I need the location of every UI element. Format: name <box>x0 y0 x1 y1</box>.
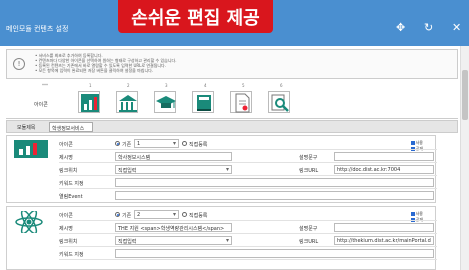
direct-register-label: 직접등록 <box>189 142 208 148</box>
info-line: • 모든 항목에 입력이 완료되면 저장 버튼을 클릭하여 설정을 마칩니다. <box>35 68 154 73</box>
name-label: 제시명 <box>59 155 73 161</box>
icon-row-label: 아이콘 <box>59 213 73 219</box>
name-label: 제시명 <box>59 226 73 232</box>
icon-number: 6 <box>280 83 283 88</box>
info-lines: • 서비스를 최초로 추가하여 등록합니다. • 컨텐츠마다 다양한 아이콘을 … <box>35 53 176 73</box>
existing-radio-label: 기존 <box>122 142 132 148</box>
content-item: 사용 공개 아이콘 기존 2 직접등록 제시명 THE 지원 <span>학생역… <box>6 206 437 270</box>
name-row: 제시명 THE 지원 <span>학생역량관리시스템</span> 설명문구 <box>59 222 437 234</box>
selected-icon-preview <box>14 209 44 235</box>
url-label: 링크URL <box>299 239 319 245</box>
name-row: 제시명 학사정보시스템 설명문구 <box>59 151 437 163</box>
keyword-input[interactable] <box>115 249 434 258</box>
link-row: 링크위치 직접입력 링크URL http://thekium.dist.ac.k… <box>59 235 437 247</box>
icon-number: 1 <box>89 83 92 88</box>
module-title-input[interactable]: 학생정보서비스 <box>49 122 93 132</box>
close-icon[interactable]: ✕ <box>452 22 461 34</box>
keyword-label: 키워드 지정 <box>59 252 84 258</box>
keyword-row: 키워드 지정 <box>59 248 437 260</box>
icon-picker-label: 아이콘 <box>34 102 48 108</box>
event-input[interactable] <box>115 191 434 200</box>
icon-number: 2 <box>127 83 130 88</box>
book-icon[interactable] <box>192 91 214 113</box>
icon-picker: *** 1 2 3 4 5 6 아이콘 <box>6 81 458 119</box>
refresh-icon[interactable]: ↻ <box>424 22 433 34</box>
document-icon[interactable] <box>230 91 252 113</box>
vertical-scrollbar[interactable] <box>460 46 469 270</box>
icon-row-label: 아이콘 <box>59 142 73 148</box>
url-input[interactable]: http://doc.dist.ac.kr:7004 <box>334 165 434 174</box>
name-input[interactable]: THE 지원 <span>학생역량관리시스템</span> <box>115 223 232 232</box>
link-row: 링크위치 직접입력 링크URL http://doc.dist.ac.kr:70… <box>59 164 437 176</box>
event-row: 열림Event <box>59 190 437 202</box>
icon-row: 아이콘 기존 2 직접등록 <box>59 209 437 221</box>
window-title: 메인모듈 컨텐츠 설정 <box>6 25 69 33</box>
selected-icon-preview <box>14 140 48 158</box>
direct-register-radio[interactable] <box>182 141 187 146</box>
icon-number: *** <box>42 83 48 88</box>
building-icon[interactable] <box>116 91 138 113</box>
url-label: 링크URL <box>299 168 319 174</box>
link-position-label: 링크위치 <box>59 168 78 174</box>
icon-number: 3 <box>165 83 168 88</box>
icon-number-select[interactable]: 2 <box>134 210 179 219</box>
scrollbar-thumb[interactable] <box>462 70 468 120</box>
module-title-row: 모듈제목 학생정보서비스 <box>6 120 458 133</box>
icon-number-select[interactable]: 1 <box>134 139 179 148</box>
desc-label: 설명문구 <box>299 226 318 232</box>
keyword-label: 키워드 지정 <box>59 181 84 187</box>
existing-radio-label: 기존 <box>122 213 132 219</box>
icon-number: 5 <box>242 83 245 88</box>
icon-number: 4 <box>204 83 207 88</box>
desc-input[interactable] <box>334 152 434 161</box>
link-position-label: 링크위치 <box>59 239 78 245</box>
info-panel: ! • 서비스를 최초로 추가하여 등록합니다. • 컨텐츠마다 다양한 아이콘… <box>6 49 458 79</box>
name-input[interactable]: 학사정보시스템 <box>115 152 232 161</box>
keyword-row: 키워드 지정 <box>59 177 437 189</box>
existing-radio[interactable] <box>115 212 120 217</box>
graduation-cap-icon[interactable] <box>154 91 176 113</box>
feature-banner: 손쉬운 편집 제공 <box>118 0 273 33</box>
direct-register-radio[interactable] <box>182 212 187 217</box>
module-title-label: 모듈제목 <box>17 125 36 131</box>
move-icon[interactable]: ✥ <box>396 22 405 34</box>
link-position-select[interactable]: 직접입력 <box>115 236 232 245</box>
existing-radio[interactable] <box>115 141 120 146</box>
url-input[interactable]: http://thekium.dist.ac.kr/mainPortal.d <box>334 236 434 245</box>
link-position-select[interactable]: 직접입력 <box>115 165 232 174</box>
icon-row: 아이콘 기존 1 직접등록 <box>59 138 437 150</box>
event-label: 열림Event <box>59 194 83 200</box>
keyword-input[interactable] <box>115 178 434 187</box>
bar-chart-icon[interactable] <box>78 91 100 113</box>
magnifier-icon[interactable] <box>268 91 290 113</box>
desc-label: 설명문구 <box>299 155 318 161</box>
info-icon: ! <box>13 58 25 70</box>
desc-input[interactable] <box>334 223 434 232</box>
direct-register-label: 직접등록 <box>189 213 208 219</box>
content-item: 사용 공개 아이콘 기존 1 직접등록 제시명 학사정보시스템 설명문구 링크위… <box>6 135 437 203</box>
